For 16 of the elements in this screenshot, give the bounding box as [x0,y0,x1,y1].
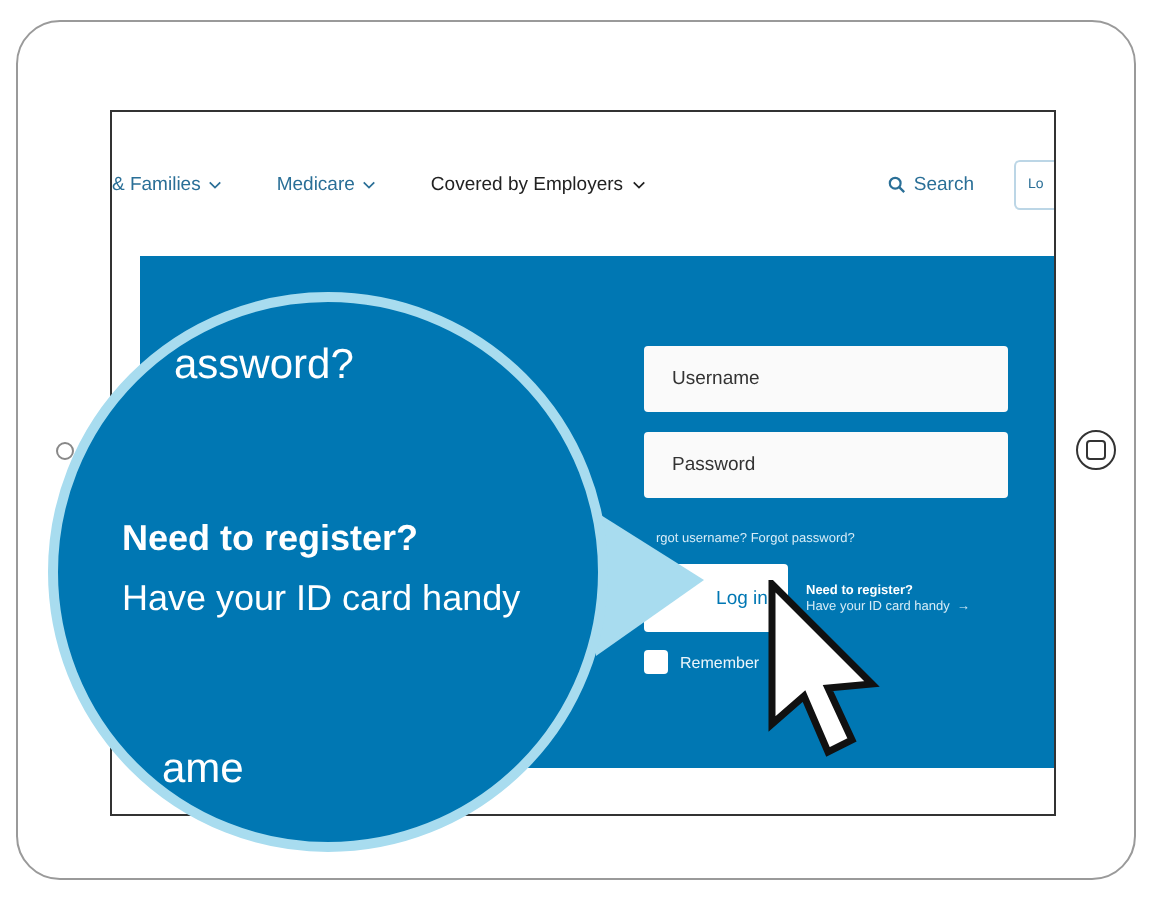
nav-menu-item[interactable]: Medicare [276,173,377,195]
remember-label: Remember [680,653,760,671]
search-link[interactable]: Search [913,173,974,195]
magnified-text: assword? [174,342,354,390]
home-button[interactable] [1075,430,1115,470]
chevron-down-icon [208,179,223,189]
password-field[interactable]: Password [644,432,1008,498]
username-field[interactable]: Username [644,346,1008,412]
nav-menu-item[interactable]: & Families [112,173,223,195]
chevron-down-icon [631,179,646,189]
nav-menu-item[interactable]: Covered by Employers [430,173,646,195]
search-icon[interactable] [887,175,906,193]
chevron-down-icon [362,179,377,189]
magnified-text: ame [162,746,244,794]
magnified-register-title: Need to register? [122,518,419,560]
remember-checkbox[interactable] [644,650,668,674]
